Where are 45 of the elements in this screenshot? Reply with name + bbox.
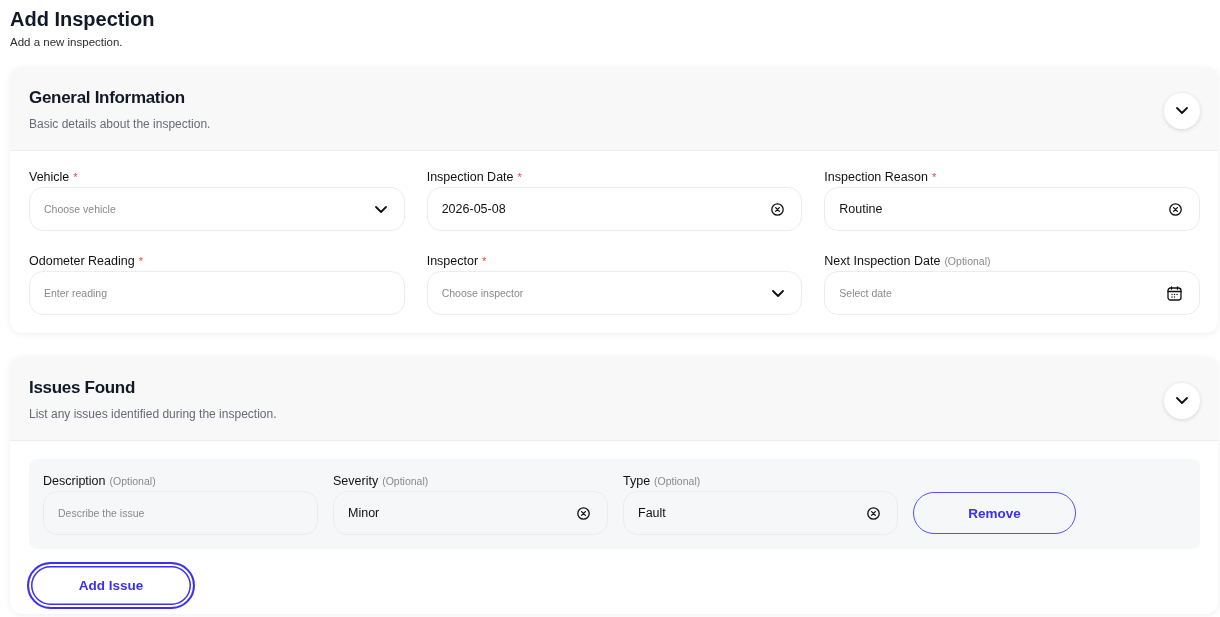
select-field[interactable]: Fault [623,491,898,535]
date-field[interactable]: Select date [824,271,1200,315]
collapse-button[interactable] [1164,382,1200,419]
calendar-icon [1167,285,1182,301]
clear-icon[interactable] [771,202,785,216]
required-asterisk: * [482,254,487,269]
section-title: General Information [29,87,186,109]
field-label: Vehicle [29,169,70,185]
field-label: Next Inspection Date [824,253,941,269]
chevron-icon [374,205,387,213]
section-description: Basic details about the inspection. [29,116,211,132]
select-field[interactable]: Choose vehicle [29,187,405,231]
field-label: Inspection Date [426,169,514,185]
clear-icon[interactable] [1169,202,1182,216]
field-label: Type [623,473,651,489]
add-issue-button[interactable]: Add Issue [27,562,195,609]
select-field[interactable]: Choose inspector [426,271,803,315]
select-field[interactable]: 2026-05-08 [426,187,803,231]
required-asterisk: * [138,254,143,269]
field-label: Severity [333,473,379,489]
chevron-icon [1176,107,1188,114]
optional-note: (Optional) [382,474,429,489]
field-label: Inspector [426,253,479,269]
section-description: List any issues identified during the inspection. [29,406,277,422]
chevron-icon [772,289,785,297]
section-title: Issues Found [29,377,136,399]
collapse-button[interactable] [1164,92,1200,129]
select-field[interactable]: Minor [333,491,608,535]
clear-icon[interactable] [577,506,590,520]
text-field[interactable]: Enter reading [29,271,405,315]
optional-note: (Optional) [654,474,701,489]
clear-icon[interactable] [867,506,880,520]
field-label: Inspection Reason [824,169,928,185]
page-title: Add Inspection [10,7,155,31]
required-asterisk: * [931,170,937,185]
text-field[interactable]: Describe the issue [43,491,318,535]
page-subtitle: Add a new inspection. [10,35,124,49]
select-field[interactable]: Routine [824,187,1200,231]
chevron-icon [1176,397,1188,404]
required-asterisk: * [517,170,522,185]
optional-note: (Optional) [944,254,991,269]
field-label: Description [43,473,106,489]
optional-note: (Optional) [109,474,156,489]
field-label: Odometer Reading [29,253,135,269]
required-asterisk: * [73,170,78,185]
